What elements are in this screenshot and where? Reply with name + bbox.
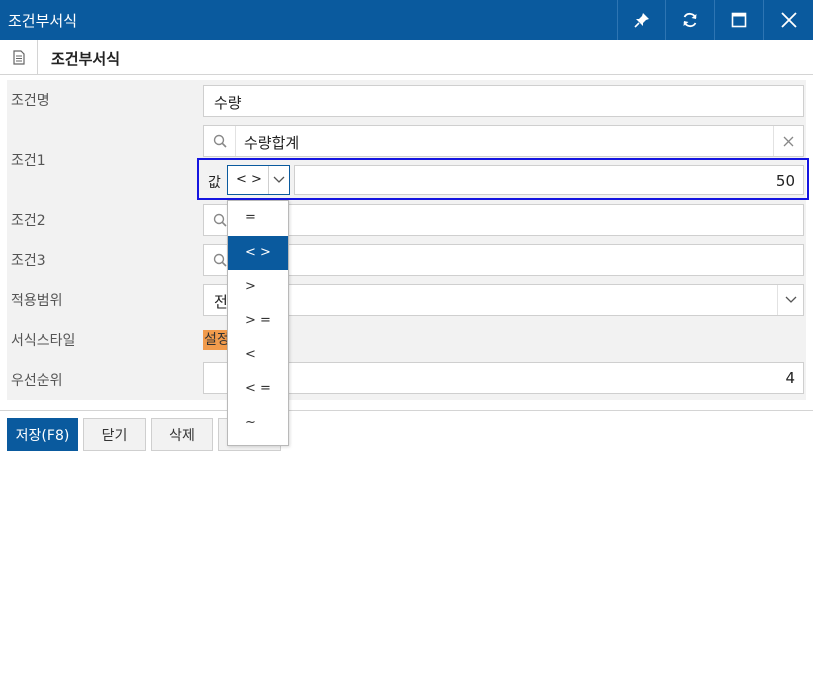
maximize-icon	[731, 12, 746, 28]
chevron-down-icon[interactable]	[777, 285, 803, 315]
operator-dropdown-list: = < > > > = < < = ~	[227, 200, 289, 446]
operator-select[interactable]: < >	[227, 165, 290, 195]
condition2-label: 조건2	[11, 213, 46, 229]
search-icon[interactable]	[204, 126, 236, 156]
condition-name-input[interactable]: 수량	[203, 85, 804, 117]
operator-option[interactable]: > =	[228, 304, 288, 338]
condition1-label: 조건1	[11, 153, 46, 169]
clear-icon	[783, 136, 794, 146]
priority-input[interactable]: 4	[203, 362, 804, 394]
operator-option[interactable]: =	[228, 201, 288, 235]
operator-option[interactable]: ~	[228, 406, 288, 440]
pin-button[interactable]	[617, 0, 665, 40]
refresh-icon	[683, 12, 696, 28]
scope-value: 전	[214, 293, 228, 311]
condition-name-value: 수량	[214, 94, 242, 112]
operator-value: < >	[236, 172, 262, 187]
value-label: 값	[208, 175, 221, 191]
save-button[interactable]: 저장(F8)	[7, 418, 78, 451]
condition-name-label: 조건명	[11, 93, 50, 109]
tab-bar: 조건부서식	[0, 40, 813, 75]
condition3-field-input[interactable]	[203, 244, 804, 276]
condition1-field-value: 수량합계	[244, 134, 300, 152]
condition1-value-input[interactable]: 50	[294, 165, 804, 195]
delete-button[interactable]: 삭제	[151, 418, 213, 451]
chevron-down-icon[interactable]	[268, 166, 289, 194]
operator-option[interactable]: <	[228, 338, 288, 372]
close-window-button[interactable]	[763, 0, 813, 40]
maximize-button[interactable]	[714, 0, 762, 40]
condition1-value-row: 값 < > 50	[197, 158, 809, 200]
priority-label: 우선순위	[11, 373, 63, 389]
tab-title: 조건부서식	[51, 50, 121, 68]
style-label: 서식스타일	[11, 333, 76, 349]
operator-option-selected[interactable]: < >	[228, 236, 288, 270]
window-titlebar: 조건부서식	[0, 0, 813, 40]
condition1-value: 50	[775, 172, 795, 190]
operator-option[interactable]: < =	[228, 372, 288, 406]
close-button[interactable]: 닫기	[83, 418, 146, 451]
pin-icon	[633, 13, 649, 28]
document-icon	[0, 40, 38, 74]
condition3-label: 조건3	[11, 253, 46, 269]
close-icon	[780, 12, 797, 28]
scope-select[interactable]: 전	[203, 284, 804, 316]
scope-label: 적용범위	[11, 293, 63, 309]
window-title: 조건부서식	[8, 12, 78, 30]
operator-option[interactable]: >	[228, 270, 288, 304]
priority-value: 4	[785, 369, 795, 387]
divider	[0, 410, 813, 411]
condition2-field-input[interactable]	[203, 204, 804, 236]
clear-button[interactable]	[773, 126, 803, 156]
refresh-button[interactable]	[665, 0, 713, 40]
condition1-field-input[interactable]: 수량합계	[203, 125, 804, 157]
